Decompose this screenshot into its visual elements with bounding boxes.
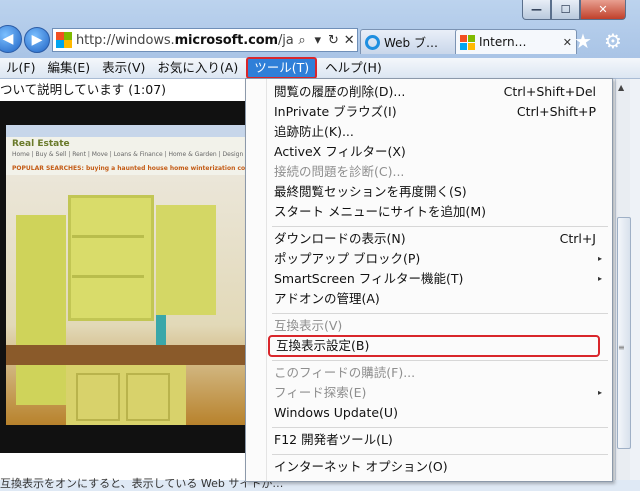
menu-item-internet-options[interactable]: インターネット オプション(O) [274,457,604,477]
menu-item-view-downloads[interactable]: ダウンロードの表示(N) Ctrl+J [274,229,604,249]
video-description: 互換表示をオンにすると、表示している Web サイトが… [0,477,284,490]
back-arrow-icon: ◀ [2,31,14,47]
scrollbar-thumb[interactable] [617,217,631,449]
menu-item-label: InPrivate ブラウズ(I) [274,104,397,119]
menu-favorites[interactable]: お気に入り(A) [151,59,244,77]
video-site-nav: Home | Buy & Sell | Rent | Move | Loans … [12,151,266,158]
menu-item-feed-discovery: フィード探索(E) ▸ [274,383,604,403]
tab-internet-explorer[interactable]: Intern… ✕ [455,29,577,54]
menu-tools[interactable]: ツール(T) [246,57,318,79]
back-button[interactable]: ◀ [0,25,22,53]
video-browser-bar [6,125,248,137]
submenu-arrow-icon: ▸ [597,388,602,397]
menu-item-label: 互換表示(V) [274,318,343,333]
menu-item-label: 最終閲覧セッションを再度開く(S) [274,184,467,199]
menu-item-windows-update[interactable]: Windows Update(U) [274,403,604,423]
menu-item-label: ダウンロードの表示(N) [274,231,406,246]
kitchen-image [6,175,248,425]
menu-item-label: ポップアップ ブロック(P) [274,251,421,266]
minimize-button[interactable]: — [522,0,551,20]
menu-item-label: このフィードの購読(F)... [274,365,416,380]
stop-icon[interactable]: ✕ [341,33,357,48]
search-icon[interactable]: ⌕ [294,33,310,48]
forward-arrow-icon: ▶ [31,32,43,48]
address-url[interactable]: http://windows.microsoft.com/ja [76,33,294,48]
menu-item-delete-history[interactable]: 閲覧の履歴の削除(D)... Ctrl+Shift+Del [274,82,604,102]
menu-help[interactable]: ヘルプ(H) [319,59,388,77]
gear-icon[interactable]: ⚙ [604,29,622,53]
video-site-header: Real Estate Home | Buy & Sell | Rent | M… [6,137,283,175]
menu-item-label: Windows Update(U) [274,405,398,420]
forward-button[interactable]: ▶ [24,27,50,53]
windows-logo-icon [460,34,475,50]
menu-item-manage-addons[interactable]: アドオンの管理(A) [274,289,604,309]
menu-item-tracking-protection[interactable]: 追跡防止(K)... [274,122,604,142]
scroll-grip-icon: ≡ [618,343,625,352]
menu-separator [272,427,608,428]
menu-item-f12-developer-tools[interactable]: F12 開発者ツール(L) [274,430,604,450]
menu-edit[interactable]: 編集(E) [41,59,96,77]
tab-label: Intern… [479,35,527,49]
window-controls: — ☐ ✕ [522,0,626,20]
menu-item-label: F12 開発者ツール(L) [274,432,393,447]
menu-item-label: 追跡防止(K)... [274,124,354,139]
video-popular-searches: POPULAR SEARCHES: buying a haunted house… [12,165,284,172]
tab-web-browser[interactable]: Web ブ… [360,29,460,54]
menu-item-add-to-start-menu[interactable]: スタート メニューにサイトを追加(M) [274,202,604,222]
menu-separator [272,454,608,455]
windows-logo-icon [56,32,72,48]
close-window-button[interactable]: ✕ [580,0,626,20]
menu-item-label: アドオンの管理(A) [274,291,380,306]
ie-logo-icon [365,34,380,50]
menu-item-label: SmartScreen フィルター機能(T) [274,271,464,286]
menu-item-shortcut: Ctrl+Shift+P [516,104,596,119]
menu-file[interactable]: ル(F) [0,59,41,77]
submenu-arrow-icon: ▸ [597,274,602,283]
menu-item-label: 閲覧の履歴の削除(D)... [274,84,406,99]
address-bar[interactable]: http://windows.microsoft.com/ja ⌕ ▾ ↻ ✕ [52,28,358,52]
browser-chrome: — ☐ ✕ ◀ ▶ http://windows.microsoft.com/j… [0,0,640,58]
close-tab-icon[interactable]: ✕ [559,36,572,49]
menu-item-label: インターネット オプション(O) [274,459,448,474]
menu-item-shortcut: Ctrl+Shift+Del [503,84,596,99]
favorites-star-icon[interactable]: ★ [574,29,592,53]
menu-item-compat-view: 互換表示(V) [274,316,604,336]
scroll-up-icon[interactable]: ▲ [618,83,624,92]
menu-separator [272,313,608,314]
tab-label: Web ブ… [384,35,438,50]
menu-item-activex-filter[interactable]: ActiveX フィルター(X) [274,142,604,162]
menu-item-diagnose-connection: 接続の問題を診断(C)... [274,162,604,182]
menu-item-smartscreen[interactable]: SmartScreen フィルター機能(T) ▸ [274,269,604,289]
vertical-scrollbar[interactable]: ▲ ≡ [615,79,631,480]
menu-item-compat-view-settings[interactable]: 互換表示設定(B) [268,335,600,357]
menu-item-popup-blocker[interactable]: ポップアップ ブロック(P) ▸ [274,249,604,269]
chevron-down-icon[interactable]: ▾ [310,33,326,48]
maximize-button[interactable]: ☐ [551,0,580,20]
video-site-title: Real Estate [12,139,70,149]
menu-item-subscribe-feed: このフィードの購読(F)... [274,363,604,383]
menu-icon-gutter [266,79,267,481]
menu-item-label: 接続の問題を診断(C)... [274,164,405,179]
submenu-arrow-icon: ▸ [597,254,602,263]
menu-item-label: スタート メニューにサイトを追加(M) [274,204,487,219]
menu-item-label: フィード探索(E) [274,385,367,400]
menu-item-reopen-session[interactable]: 最終閲覧セッションを再度開く(S) [274,182,604,202]
menu-separator [272,360,608,361]
menu-view[interactable]: 表示(V) [96,59,151,77]
refresh-icon[interactable]: ↻ [326,33,342,48]
menu-item-shortcut: Ctrl+J [559,231,596,246]
menu-separator [272,226,608,227]
tools-dropdown-menu: 閲覧の履歴の削除(D)... Ctrl+Shift+Del InPrivate … [245,78,613,482]
menu-bar: ル(F) 編集(E) 表示(V) お気に入り(A) ツール(T) ヘルプ(H) [0,57,640,79]
menu-item-inprivate[interactable]: InPrivate ブラウズ(I) Ctrl+Shift+P [274,102,604,122]
video-player[interactable]: Real Estate Home | Buy & Sell | Rent | M… [0,101,283,453]
menu-item-label: ActiveX フィルター(X) [274,144,406,159]
menu-item-label: 互換表示設定(B) [276,338,370,353]
video-caption: ついて説明しています (1:07) [0,82,167,97]
